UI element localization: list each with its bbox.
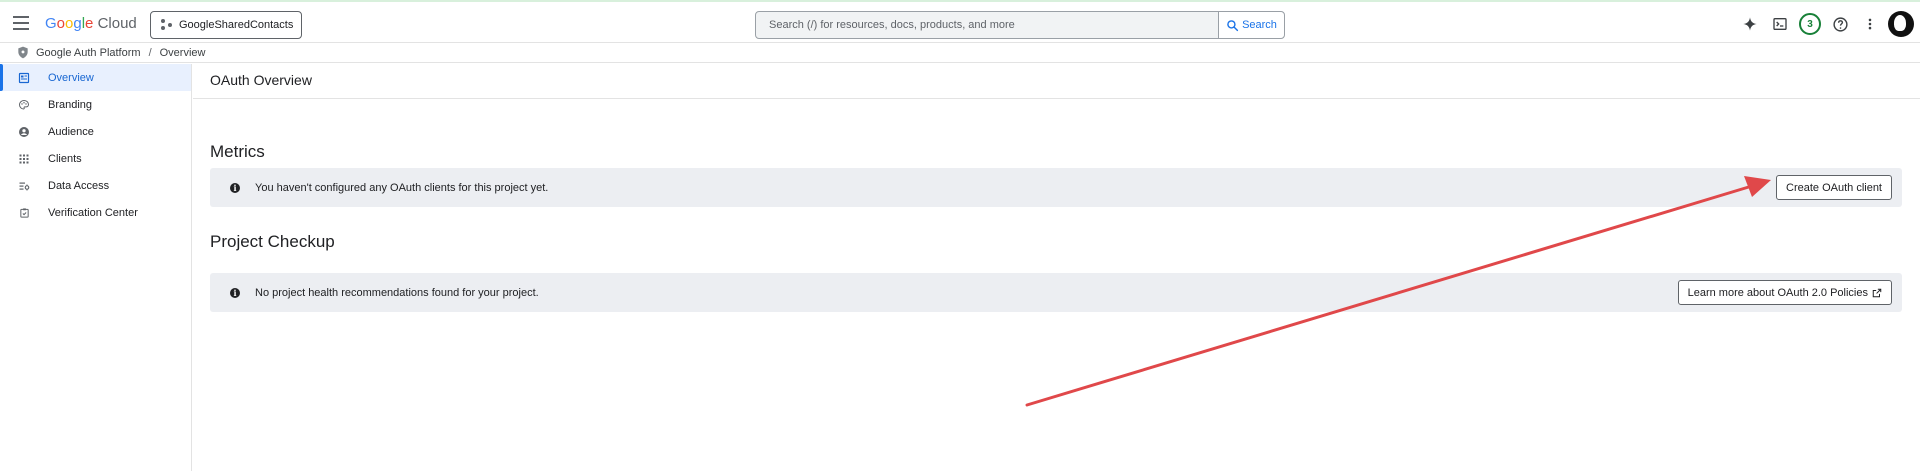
search-button-label: Search xyxy=(1242,19,1277,31)
sidebar-nav: Overview Branding Audience Clients Data … xyxy=(0,64,192,471)
project-picker-button[interactable]: GoogleSharedContacts xyxy=(150,11,302,39)
info-icon: i xyxy=(230,182,240,193)
logo-google-text: Google xyxy=(45,15,94,32)
sidebar-item-label: Audience xyxy=(48,125,94,138)
top-app-bar: Google Cloud GoogleSharedContacts Search… xyxy=(0,0,1920,43)
verification-icon xyxy=(17,207,31,219)
search-icon xyxy=(1227,19,1239,31)
sidebar-item-label: Branding xyxy=(48,98,93,111)
sidebar-item-label: Data Access xyxy=(48,179,110,192)
logo-cloud-text: Cloud xyxy=(97,15,137,32)
palette-icon xyxy=(17,99,31,111)
sidebar-item-overview[interactable]: Overview xyxy=(0,64,191,91)
sidebar-item-label: Verification Center xyxy=(48,206,138,219)
shield-icon xyxy=(16,45,30,60)
breadcrumb-item-auth-platform[interactable]: Google Auth Platform xyxy=(36,47,141,59)
sidebar-item-label: Overview xyxy=(48,71,94,84)
more-vert-icon[interactable] xyxy=(1856,10,1884,38)
checkup-info-bar: i No project health recommendations foun… xyxy=(210,273,1902,312)
learn-more-oauth-policies-button[interactable]: Learn more about OAuth 2.0 Policies xyxy=(1677,280,1892,305)
project-name: GoogleSharedContacts xyxy=(179,19,294,31)
account-circle-icon xyxy=(17,126,31,138)
create-oauth-client-label: Create OAuth client xyxy=(1786,181,1882,194)
learn-more-label: Learn more about OAuth 2.0 Policies xyxy=(1687,286,1868,299)
sidebar-item-branding[interactable]: Branding xyxy=(0,91,191,118)
search-input[interactable] xyxy=(756,12,1218,38)
create-oauth-client-button[interactable]: Create OAuth client xyxy=(1776,175,1892,200)
help-icon[interactable] xyxy=(1826,10,1854,38)
sidebar-item-data-access[interactable]: Data Access xyxy=(0,172,191,199)
breadcrumb-item-overview[interactable]: Overview xyxy=(160,47,206,59)
google-cloud-logo[interactable]: Google Cloud xyxy=(45,15,137,32)
main-content: OAuth Overview Metrics i You haven't con… xyxy=(193,64,1920,471)
header-actions: 3 xyxy=(1734,10,1920,38)
metrics-heading: Metrics xyxy=(210,142,265,161)
data-access-icon xyxy=(17,180,31,192)
search-button[interactable]: Search xyxy=(1218,12,1284,38)
notification-count-badge: 3 xyxy=(1799,13,1821,35)
avatar[interactable] xyxy=(1888,11,1914,37)
project-hierarchy-icon xyxy=(161,19,173,31)
project-checkup-heading: Project Checkup xyxy=(210,232,335,251)
cloud-shell-icon[interactable] xyxy=(1766,10,1794,38)
checkup-message: No project health recommendations found … xyxy=(255,286,539,299)
breadcrumb-separator: / xyxy=(148,46,152,59)
info-icon: i xyxy=(230,287,240,298)
menu-icon[interactable] xyxy=(10,12,32,34)
breadcrumb: Google Auth Platform / Overview xyxy=(0,43,1920,63)
notifications-button[interactable]: 3 xyxy=(1796,10,1824,38)
dashboard-icon xyxy=(17,72,31,84)
sidebar-item-label: Clients xyxy=(48,152,82,165)
metrics-info-bar: i You haven't configured any OAuth clien… xyxy=(210,168,1902,207)
gemini-sparkle-icon[interactable] xyxy=(1736,10,1764,38)
metrics-message: You haven't configured any OAuth clients… xyxy=(255,181,549,194)
page-title: OAuth Overview xyxy=(193,64,1920,99)
sidebar-item-verification-center[interactable]: Verification Center xyxy=(0,199,191,226)
search-bar: Search xyxy=(755,11,1285,39)
apps-grid-icon xyxy=(17,153,31,165)
sidebar-item-clients[interactable]: Clients xyxy=(0,145,191,172)
sidebar-item-audience[interactable]: Audience xyxy=(0,118,191,145)
open-in-new-icon xyxy=(1872,288,1882,298)
